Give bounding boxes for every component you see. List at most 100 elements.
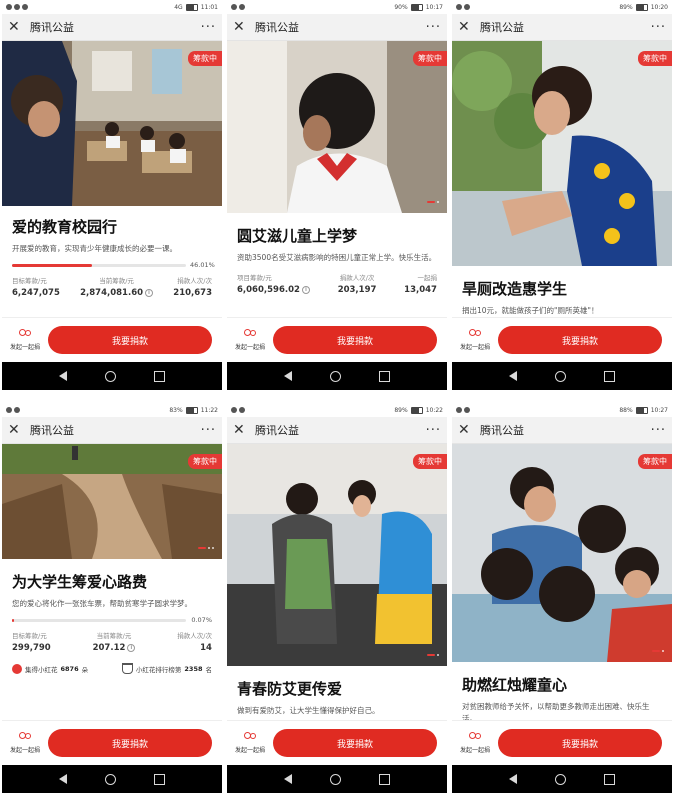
stat-current: 当前筹款/元 207.12 i (93, 630, 136, 653)
initiate-group-button[interactable]: 发起一起捐 (452, 732, 498, 754)
stats-row: 项目筹款/元 6,060,596.02 i 捐款人次/次 203,197 一起捐 13,… (237, 272, 437, 295)
flower-rank[interactable]: 小红花排行榜第 2358 名 (121, 663, 212, 674)
progress: 46.01% (12, 261, 215, 269)
project-banner[interactable]: 筹款中 (227, 41, 447, 213)
initiate-group-button[interactable]: 发起一起捐 (227, 329, 273, 351)
android-nav-bar (452, 362, 672, 390)
group-icon (243, 329, 257, 340)
group-icon (18, 732, 32, 743)
trophy-icon (121, 663, 133, 674)
close-icon[interactable]: ✕ (458, 20, 474, 34)
phone-screen-5: 89% 10:22 ✕ 腾讯公益 ··· 筹款中 青春防艾更传爱 做到有爱防艾，让… (227, 403, 447, 793)
initiate-group-button[interactable]: 发起一起捐 (2, 329, 48, 351)
banner-image (227, 41, 447, 213)
close-icon[interactable]: ✕ (233, 20, 249, 34)
recent-apps-icon[interactable] (379, 773, 390, 785)
initiate-group-button[interactable]: 发起一起捐 (452, 329, 498, 351)
home-icon[interactable] (330, 773, 341, 785)
action-bar: 发起一起捐 我要捐款 (227, 317, 447, 362)
banner-image (452, 444, 672, 662)
action-bar: 发起一起捐 我要捐款 (452, 720, 672, 765)
back-icon[interactable] (509, 371, 517, 381)
info-icon[interactable]: i (145, 288, 154, 297)
recent-apps-icon[interactable] (379, 370, 390, 382)
close-icon[interactable]: ✕ (458, 423, 474, 437)
project-desc: 资助3500名受艾滋病影响的特困儿童正常上学。快乐生活。 (237, 253, 437, 262)
donate-button[interactable]: 我要捐款 (48, 326, 212, 354)
initiate-group-button[interactable]: 发起一起捐 (2, 732, 48, 754)
project-banner[interactable]: 筹款中 (2, 444, 222, 559)
more-icon[interactable]: ··· (201, 21, 216, 34)
home-icon[interactable] (555, 370, 566, 382)
back-icon[interactable] (59, 774, 67, 784)
stats-row: 目标筹款/元 299,790 当前筹款/元 207.12 i 捐款人次/次 14 (12, 630, 212, 653)
donate-button[interactable]: 我要捐款 (273, 729, 437, 757)
donate-button[interactable]: 我要捐款 (273, 326, 437, 354)
android-nav-bar (227, 765, 447, 793)
status-bar: 89% 10:20 (452, 0, 672, 14)
back-icon[interactable] (59, 371, 67, 381)
project-title: 为大学生筹爱心路费 (12, 573, 148, 591)
donate-button[interactable]: 我要捐款 (498, 729, 662, 757)
close-icon[interactable]: ✕ (233, 423, 249, 437)
red-flower-icon (12, 663, 22, 674)
app-title: 腾讯公益 (255, 21, 299, 34)
carousel-dots (198, 547, 214, 549)
project-banner[interactable]: 筹款中 (452, 444, 672, 662)
recent-apps-icon[interactable] (604, 773, 615, 785)
clock: 10:22 (425, 406, 443, 414)
recent-apps-icon[interactable] (154, 773, 165, 785)
close-icon[interactable]: ✕ (8, 20, 24, 34)
project-banner[interactable]: 筹款中 (227, 444, 447, 666)
title-bar: ✕ 腾讯公益 ··· (2, 417, 222, 444)
flower-count[interactable]: 集得小红花 6876 朵 (12, 663, 88, 674)
project-banner[interactable]: 筹款中 (2, 41, 222, 206)
action-bar: 发起一起捐 我要捐款 (2, 720, 222, 765)
status-bar: 83% 11:22 (2, 403, 222, 417)
info-icon[interactable]: i (127, 643, 136, 652)
title-bar: ✕ 腾讯公益 ··· (452, 417, 672, 444)
project-title: 青春防艾更传爱 (237, 680, 343, 698)
project-title: 爱的教育校园行 (12, 218, 118, 236)
status-bar: 88% 10:27 (452, 403, 672, 417)
carousel-dots (427, 201, 439, 203)
donate-button[interactable]: 我要捐款 (498, 326, 662, 354)
home-icon[interactable] (330, 370, 341, 382)
project-banner[interactable]: 筹款中 (452, 41, 672, 266)
back-icon[interactable] (284, 774, 292, 784)
donate-button[interactable]: 我要捐款 (48, 729, 212, 757)
title-bar: ✕ 腾讯公益 ··· (2, 14, 222, 41)
clock: 11:01 (200, 3, 218, 11)
status-badge: 筹款中 (413, 51, 447, 66)
initiate-group-button[interactable]: 发起一起捐 (227, 732, 273, 754)
project-desc: 捐出10元，就能做孩子们的"厕所英雄"！ (462, 306, 599, 315)
android-nav-bar (227, 362, 447, 390)
stat-raised: 项目筹款/元 6,060,596.02 i (237, 272, 310, 295)
banner-image (452, 41, 672, 266)
project-title: 圆艾滋儿童上学梦 (237, 227, 358, 245)
stat-donors: 捐款人次/次 203,197 (337, 274, 377, 295)
recent-apps-icon[interactable] (154, 370, 165, 382)
recent-apps-icon[interactable] (604, 370, 615, 382)
more-icon[interactable]: ··· (651, 424, 666, 437)
back-icon[interactable] (509, 774, 517, 784)
banner-image (2, 41, 222, 206)
more-icon[interactable]: ··· (426, 424, 441, 437)
more-icon[interactable]: ··· (426, 21, 441, 34)
close-icon[interactable]: ✕ (8, 423, 24, 437)
status-bar: 90% 10:17 (227, 0, 447, 14)
more-icon[interactable]: ··· (201, 424, 216, 437)
clock: 10:27 (650, 406, 668, 414)
title-bar: ✕ 腾讯公益 ··· (227, 14, 447, 41)
phone-screen-6: 88% 10:27 ✕ 腾讯公益 ··· 筹款中 助燃红烛耀童心 对贫困教师给予关… (452, 403, 672, 793)
home-icon[interactable] (555, 773, 566, 785)
clock: 11:22 (200, 406, 218, 414)
stat-donors: 捐款人次/次 210,673 (173, 277, 212, 298)
more-icon[interactable]: ··· (651, 21, 666, 34)
info-icon[interactable]: i (301, 285, 310, 294)
home-icon[interactable] (105, 773, 116, 785)
android-nav-bar (2, 765, 222, 793)
home-icon[interactable] (105, 370, 116, 382)
network-label: 4G (174, 3, 183, 11)
back-icon[interactable] (284, 371, 292, 381)
